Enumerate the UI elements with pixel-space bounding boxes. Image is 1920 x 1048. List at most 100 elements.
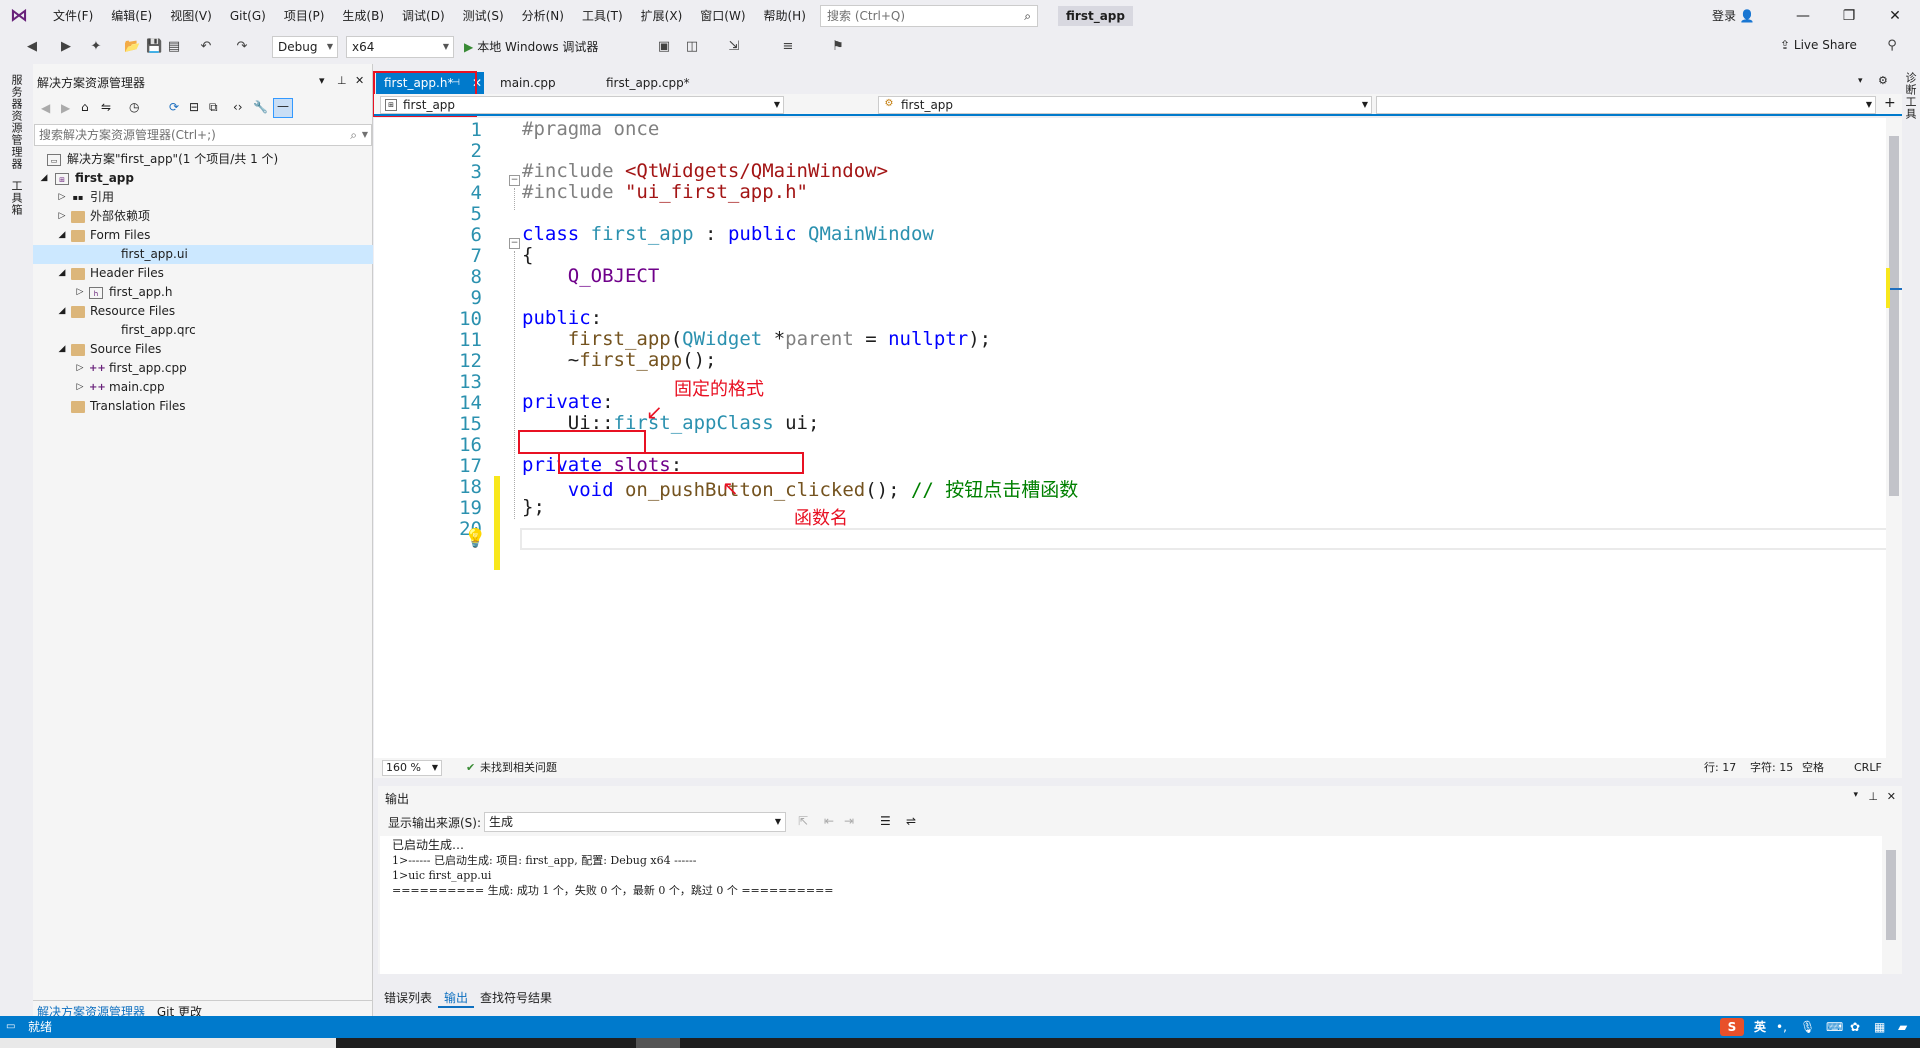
outline-collapse-icon[interactable]: − [509, 175, 520, 186]
menu-help[interactable]: 帮助(H) [755, 0, 815, 32]
menu-project[interactable]: 项目(P) [275, 0, 334, 32]
lightbulb-icon[interactable]: 💡 [464, 528, 486, 549]
collapse-arrow-icon[interactable]: ▷ [75, 378, 85, 397]
taskbar-search-box[interactable] [0, 1038, 336, 1048]
code-icon[interactable]: ‹› [233, 100, 243, 114]
refresh-icon[interactable]: ⟳ [169, 100, 179, 114]
menu-analyze[interactable]: 分析(N) [513, 0, 573, 32]
tab-error-list[interactable]: 错误列表 [378, 988, 438, 1008]
menu-tools[interactable]: 工具(T) [573, 0, 632, 32]
undo-icon[interactable]: ↶ [198, 39, 214, 55]
dropdown-icon[interactable]: ▾ [1853, 790, 1858, 800]
tree-node-solution[interactable]: ▭ 解决方案"first_app"(1 个项目/共 1 个) [33, 150, 373, 169]
keyboard-icon[interactable]: ⌨ [1826, 1016, 1843, 1038]
tree-node-references[interactable]: ▷ ▪▪ 引用 [33, 188, 373, 207]
start-debugging-button[interactable]: ▶ 本地 Windows 调试器 [464, 36, 598, 58]
save-all-icon[interactable]: ▤ [166, 39, 182, 55]
collapse-arrow-icon[interactable]: ▷ [75, 283, 85, 302]
skin-icon[interactable]: ✿ [1850, 1016, 1860, 1038]
scrollbar-thumb[interactable] [1889, 136, 1899, 496]
ime-mode[interactable]: 英 [1754, 1016, 1766, 1038]
expand-arrow-icon[interactable]: ◢ [39, 169, 49, 188]
menu-file[interactable]: 文件(F) [44, 0, 102, 32]
tree-node-first-app-qrc[interactable]: first_app.qrc [33, 321, 373, 340]
prev-message-icon[interactable]: ⇤ [824, 814, 834, 828]
new-item-icon[interactable]: ✦ [88, 39, 104, 55]
configuration-combo[interactable]: Debug ▼ [272, 36, 338, 58]
expand-arrow-icon[interactable]: ◢ [57, 226, 67, 245]
menu-window[interactable]: 窗口(W) [691, 0, 754, 32]
menu-extensions[interactable]: 扩展(X) [632, 0, 692, 32]
save-icon[interactable]: 💾 [146, 39, 162, 55]
tree-node-first-app-cpp[interactable]: ▷ ++ first_app.cpp [33, 359, 373, 378]
global-search-input[interactable]: 搜索 (Ctrl+Q) ⌕ [820, 5, 1038, 27]
show-all-files-icon[interactable]: ⧉ [209, 100, 218, 115]
split-add-icon[interactable]: + [1884, 95, 1896, 111]
tab-first-app-cpp[interactable]: first_app.cpp* [598, 72, 708, 94]
close-window-button[interactable]: ✕ [1872, 4, 1918, 28]
live-share-button[interactable]: ⇪ Live Share [1780, 38, 1857, 52]
expand-arrow-icon[interactable]: ◢ [57, 302, 67, 321]
scope-nav-combo[interactable]: ⚙ first_app ▼ [878, 96, 1372, 114]
find-message-icon[interactable]: ⇱ [798, 814, 808, 828]
collapse-arrow-icon[interactable]: ▷ [57, 207, 67, 226]
tree-node-external-deps[interactable]: ▷ ■ 外部依赖项 [33, 207, 373, 226]
collapse-arrow-icon[interactable]: ▷ [57, 188, 67, 207]
pin-icon[interactable]: ⊥ [1868, 790, 1878, 803]
menu-build[interactable]: 生成(B) [333, 0, 393, 32]
history-icon[interactable]: ◷ [129, 100, 139, 114]
output-vertical-scrollbar[interactable] [1884, 836, 1898, 974]
tree-node-project[interactable]: ◢ ⊞ first_app [33, 169, 373, 188]
tab-output[interactable]: 输出 [438, 988, 475, 1008]
close-icon[interactable]: ✕ [355, 74, 364, 87]
menu-view[interactable]: 视图(V) [161, 0, 221, 32]
back-icon[interactable]: ◀ [41, 101, 50, 115]
server-explorer-tab[interactable]: 服务器资源管理器 [8, 74, 24, 170]
forward-icon[interactable]: ▶ [58, 39, 74, 55]
back-icon[interactable]: ◀ [24, 39, 40, 55]
project-nav-combo[interactable]: ⊞ first_app ▼ [380, 96, 784, 114]
menu-test[interactable]: 测试(S) [454, 0, 513, 32]
step-icon[interactable]: ⇲ [726, 39, 742, 55]
pin-icon[interactable]: ⊥ [337, 74, 347, 87]
expand-arrow-icon[interactable]: ◢ [57, 264, 67, 283]
outline-collapse-icon[interactable]: − [509, 238, 520, 249]
tab-overflow-icon[interactable]: ▾ [1858, 76, 1863, 86]
switch-views-icon[interactable]: ⇋ [101, 100, 111, 114]
next-message-icon[interactable]: ⇥ [844, 814, 854, 828]
tree-node-first-app-ui[interactable]: first_app.ui [33, 245, 373, 264]
issues-status[interactable]: 未找到相关问题 [480, 758, 557, 778]
close-icon[interactable]: ✕ [1887, 790, 1896, 803]
tree-node-main-cpp[interactable]: ▷ ++ main.cpp [33, 378, 373, 397]
output-source-combo[interactable]: 生成 ▼ [484, 812, 786, 832]
tree-node-resource-files[interactable]: ◢ ■ Resource Files [33, 302, 373, 321]
menu-debug[interactable]: 调试(D) [393, 0, 454, 32]
code-editor[interactable]: 1 2 3 4 5 6 7 8 9 10 11 12 13 14 15 16 1… [374, 118, 1902, 758]
diagnostic-tools-tab[interactable]: 诊断工具 [1902, 72, 1918, 120]
collapse-all-icon[interactable]: ⊟ [189, 100, 199, 114]
feedback-icon[interactable]: ⚲ [1884, 38, 1900, 54]
dropdown-icon[interactable]: ▾ [319, 74, 325, 87]
microphone-icon[interactable]: 🎙 [1800, 1016, 1815, 1038]
indent-icon[interactable]: ≡ [780, 39, 796, 55]
menu-git[interactable]: Git(G) [221, 0, 275, 32]
editor-vertical-scrollbar[interactable] [1886, 118, 1902, 758]
properties-wrench-icon[interactable]: 🔧 [253, 100, 268, 114]
restore-button[interactable]: ❐ [1826, 4, 1872, 28]
solution-search-input[interactable]: 搜索解决方案资源管理器(Ctrl+;) ⌕ ▼ [34, 124, 372, 146]
line-ending-indicator[interactable]: CRLF [1854, 758, 1882, 778]
output-text-area[interactable]: 已启动生成… 1>------ 已启动生成: 项目: first_app, 配置:… [380, 836, 1882, 974]
minimize-button[interactable]: — [1780, 4, 1826, 28]
tab-main-cpp[interactable]: main.cpp [492, 72, 578, 94]
zoom-combo[interactable]: 160 % ▼ [382, 760, 442, 776]
collapse-arrow-icon[interactable]: ▷ [75, 359, 85, 378]
tree-node-translation-files[interactable]: ■ Translation Files [33, 397, 373, 416]
login-button[interactable]: 登录 👤 [1712, 7, 1755, 24]
tree-node-source-files[interactable]: ◢ ■ Source Files [33, 340, 373, 359]
notification-icon[interactable]: ▰ [1898, 1016, 1907, 1038]
sogou-ime-icon[interactable]: S [1720, 1018, 1744, 1036]
clear-all-icon[interactable]: ☰ [880, 814, 891, 828]
open-file-icon[interactable]: 📂 [124, 39, 140, 55]
menu-edit[interactable]: 编辑(E) [102, 0, 161, 32]
tab-find-symbol-results[interactable]: 查找符号结果 [474, 988, 558, 1008]
